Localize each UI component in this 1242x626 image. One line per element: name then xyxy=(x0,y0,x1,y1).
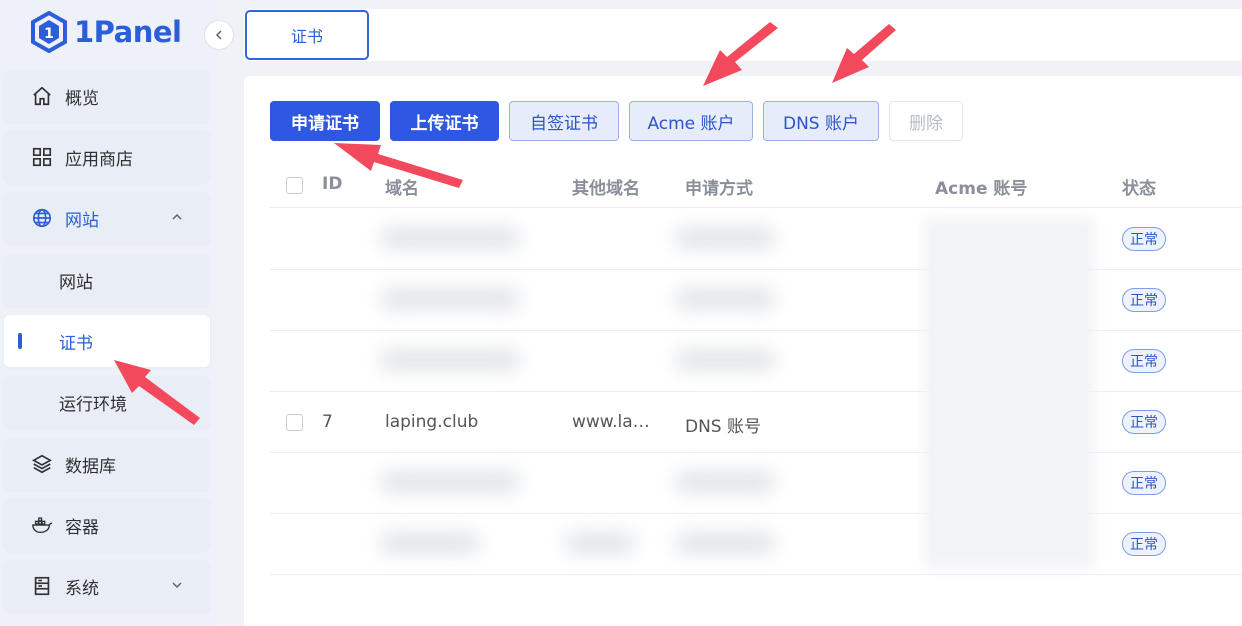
main-content: 申请证书 上传证书 自签证书 Acme 账户 DNS 账户 删除 ID 域名 其… xyxy=(244,76,1242,626)
table-row[interactable]: 正常 xyxy=(270,209,1242,270)
active-indicator xyxy=(18,333,22,349)
column-id[interactable]: ID xyxy=(322,174,342,194)
status-badge: 正常 xyxy=(1122,410,1166,434)
status-badge: 正常 xyxy=(1122,532,1166,556)
redacted-method xyxy=(675,288,775,310)
logo-text: 1Panel xyxy=(74,15,182,49)
1panel-logo-icon: 1 xyxy=(31,11,67,53)
cell-id: 7 xyxy=(322,412,333,432)
sidebar-item-label: 证书 xyxy=(59,333,93,354)
sidebar-item-website[interactable]: 网站 xyxy=(4,192,210,244)
globe-icon xyxy=(31,207,53,229)
layers-icon xyxy=(31,453,53,475)
svg-text:1: 1 xyxy=(44,26,54,42)
redacted-method xyxy=(675,349,775,371)
server-icon xyxy=(31,575,53,597)
chevron-down-icon xyxy=(172,582,182,589)
sidebar-item-label: 数据库 xyxy=(65,456,116,477)
sidebar-item-label: 概览 xyxy=(65,88,99,109)
sidebar-item-label: 应用商店 xyxy=(65,149,133,170)
sidebar: 1 1Panel 概览 应用商店 网站 网站 证书 运行环境 数据库 容器 系统 xyxy=(0,0,218,626)
status-badge: 正常 xyxy=(1122,471,1166,495)
acme-account-button[interactable]: Acme 账户 xyxy=(629,101,753,141)
status-badge: 正常 xyxy=(1122,227,1166,251)
sidebar-subitem-certificate[interactable]: 证书 xyxy=(4,315,210,367)
sidebar-item-label: 系统 xyxy=(65,578,99,599)
table-row[interactable]: 正常 xyxy=(270,270,1242,331)
row-checkbox[interactable] xyxy=(286,414,303,431)
sidebar-item-label: 运行环境 xyxy=(59,394,127,415)
redacted-method xyxy=(675,532,775,554)
column-apply-method[interactable]: 申请方式 xyxy=(685,174,753,199)
tab-certificate[interactable]: 证书 xyxy=(245,10,369,60)
column-domain[interactable]: 域名 xyxy=(385,174,419,199)
home-icon xyxy=(31,85,53,107)
delete-button[interactable]: 删除 xyxy=(889,101,963,141)
status-badge: 正常 xyxy=(1122,288,1166,312)
column-status[interactable]: 状态 xyxy=(1122,174,1156,199)
sidebar-item-system[interactable]: 系统 xyxy=(4,560,210,612)
cell-domain: laping.club xyxy=(385,412,479,432)
logo[interactable]: 1 1Panel xyxy=(30,10,182,54)
chevron-up-icon xyxy=(172,213,182,220)
select-all-checkbox[interactable] xyxy=(286,177,303,194)
table-header: ID 域名 其他域名 申请方式 Acme 账号 状态 xyxy=(270,162,1242,208)
cell-apply-method: DNS 账号 xyxy=(685,417,762,437)
sidebar-item-label: 容器 xyxy=(65,517,99,538)
redacted-domain xyxy=(380,349,520,371)
table-row[interactable]: 正常 xyxy=(270,331,1242,392)
redacted-domain xyxy=(380,532,480,554)
redacted-domain xyxy=(380,227,520,249)
redacted-method xyxy=(675,227,775,249)
sidebar-item-database[interactable]: 数据库 xyxy=(4,438,210,490)
cell-other-domains: www.la… xyxy=(572,412,650,432)
dns-account-button[interactable]: DNS 账户 xyxy=(763,101,879,141)
sidebar-item-label: 网站 xyxy=(65,210,99,231)
docker-icon xyxy=(31,514,53,536)
self-signed-cert-button[interactable]: 自签证书 xyxy=(509,101,619,141)
table-row[interactable]: 7 laping.club www.la… DNS 账号 正常 xyxy=(270,392,1242,453)
table-row[interactable]: 正常 xyxy=(270,514,1242,575)
sidebar-item-label: 网站 xyxy=(59,272,93,293)
sidebar-subitem-website[interactable]: 网站 xyxy=(4,254,210,306)
tabs-bar: 证书 xyxy=(244,9,1242,61)
column-acme-account[interactable]: Acme 账号 xyxy=(935,174,1027,199)
grid-icon xyxy=(31,146,53,168)
sidebar-subitem-runtime[interactable]: 运行环境 xyxy=(4,376,210,428)
redacted-domain xyxy=(380,288,520,310)
redacted-method xyxy=(675,471,775,493)
apply-cert-button[interactable]: 申请证书 xyxy=(270,101,380,141)
redacted-acme-accounts xyxy=(924,218,1094,568)
table-row[interactable]: 正常 xyxy=(270,453,1242,514)
redacted-domain xyxy=(380,471,520,493)
sidebar-item-overview[interactable]: 概览 xyxy=(4,70,210,122)
column-other-domains[interactable]: 其他域名 xyxy=(572,174,640,199)
upload-cert-button[interactable]: 上传证书 xyxy=(390,101,499,141)
collapse-sidebar-button[interactable] xyxy=(204,20,234,50)
status-badge: 正常 xyxy=(1122,349,1166,373)
redacted-other xyxy=(565,532,635,554)
chevron-left-icon xyxy=(215,30,222,40)
sidebar-item-container[interactable]: 容器 xyxy=(4,499,210,551)
sidebar-item-app-store[interactable]: 应用商店 xyxy=(4,131,210,183)
